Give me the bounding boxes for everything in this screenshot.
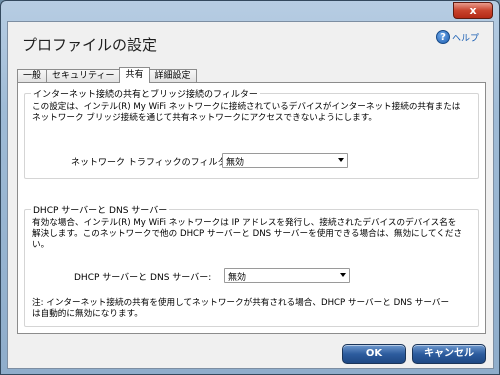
sharing-description-line2: ネットワーク ブリッジ接続を通じて共有ネットワークにアクセスできないようにします… <box>32 113 378 123</box>
tab-sharing[interactable]: 共有 <box>119 67 150 83</box>
chevron-down-icon <box>340 273 346 277</box>
help-link[interactable]: ? ヘルプ <box>435 30 479 44</box>
ok-button[interactable]: OK <box>342 344 406 364</box>
sharing-group-label: インターネット接続の共有とブリッジ接続のフィルター <box>31 87 260 100</box>
dhcp-description-line1: 有効な場合、インテル(R) My WiFi ネットワークは IP アドレスを発行… <box>32 218 457 228</box>
dhcp-server-label: DHCP サーバーと DNS サーバー: <box>74 273 212 283</box>
help-label: ヘルプ <box>451 33 479 44</box>
tab-security[interactable]: セキュリティー <box>46 69 121 82</box>
dialog-window: x プロファイルの設定 ? ヘルプ 一般 セキュリティー 共有 詳細設定 インタ… <box>0 0 500 375</box>
dialog-client-area: プロファイルの設定 ? ヘルプ 一般 セキュリティー 共有 詳細設定 インターネ… <box>7 21 494 369</box>
tab-general[interactable]: 一般 <box>17 69 48 82</box>
tab-advanced[interactable]: 詳細設定 <box>148 69 197 82</box>
help-icon: ? <box>435 30 450 44</box>
dhcp-dns-group: DHCP サーバーと DNS サーバー 有効な場合、インテル(R) My WiF… <box>24 203 479 327</box>
cancel-button[interactable]: キャンセル <box>412 344 486 364</box>
dhcp-description-line3: い。 <box>32 240 50 250</box>
dhcp-note-line1: 注: インターネット接続の共有を使用してネットワークが共有される場合、DHCP … <box>32 298 450 308</box>
dhcp-group-label: DHCP サーバーと DNS サーバー <box>31 203 170 216</box>
tab-strip: 一般 セキュリティー 共有 詳細設定 <box>17 67 197 83</box>
dhcp-server-value: 無効 <box>228 273 247 283</box>
dialog-title: プロファイルの設定 <box>22 36 158 54</box>
filter-label: ネットワーク トラフィックのフィルター: <box>71 158 239 168</box>
dhcp-description-line2: 解決します。このネットワークで他の DHCP サーバーと DNS サーバーを使用… <box>32 229 463 239</box>
filter-value: 無効 <box>226 158 245 168</box>
sharing-filter-group: インターネット接続の共有とブリッジ接続のフィルター この設定は、インテル(R) … <box>24 87 479 179</box>
dhcp-note-line2: は自動的に無効になります。 <box>32 309 143 319</box>
dhcp-server-dropdown[interactable]: 無効 <box>224 268 350 283</box>
chevron-down-icon <box>338 158 344 162</box>
window-close-button[interactable]: x <box>453 2 493 19</box>
filter-dropdown[interactable]: 無効 <box>222 153 348 168</box>
sharing-description-line1: この設定は、インテル(R) My WiFi ネットワークに接続されているデバイス… <box>32 102 461 112</box>
tab-panel-sharing: インターネット接続の共有とブリッジ接続のフィルター この設定は、インテル(R) … <box>17 82 486 334</box>
